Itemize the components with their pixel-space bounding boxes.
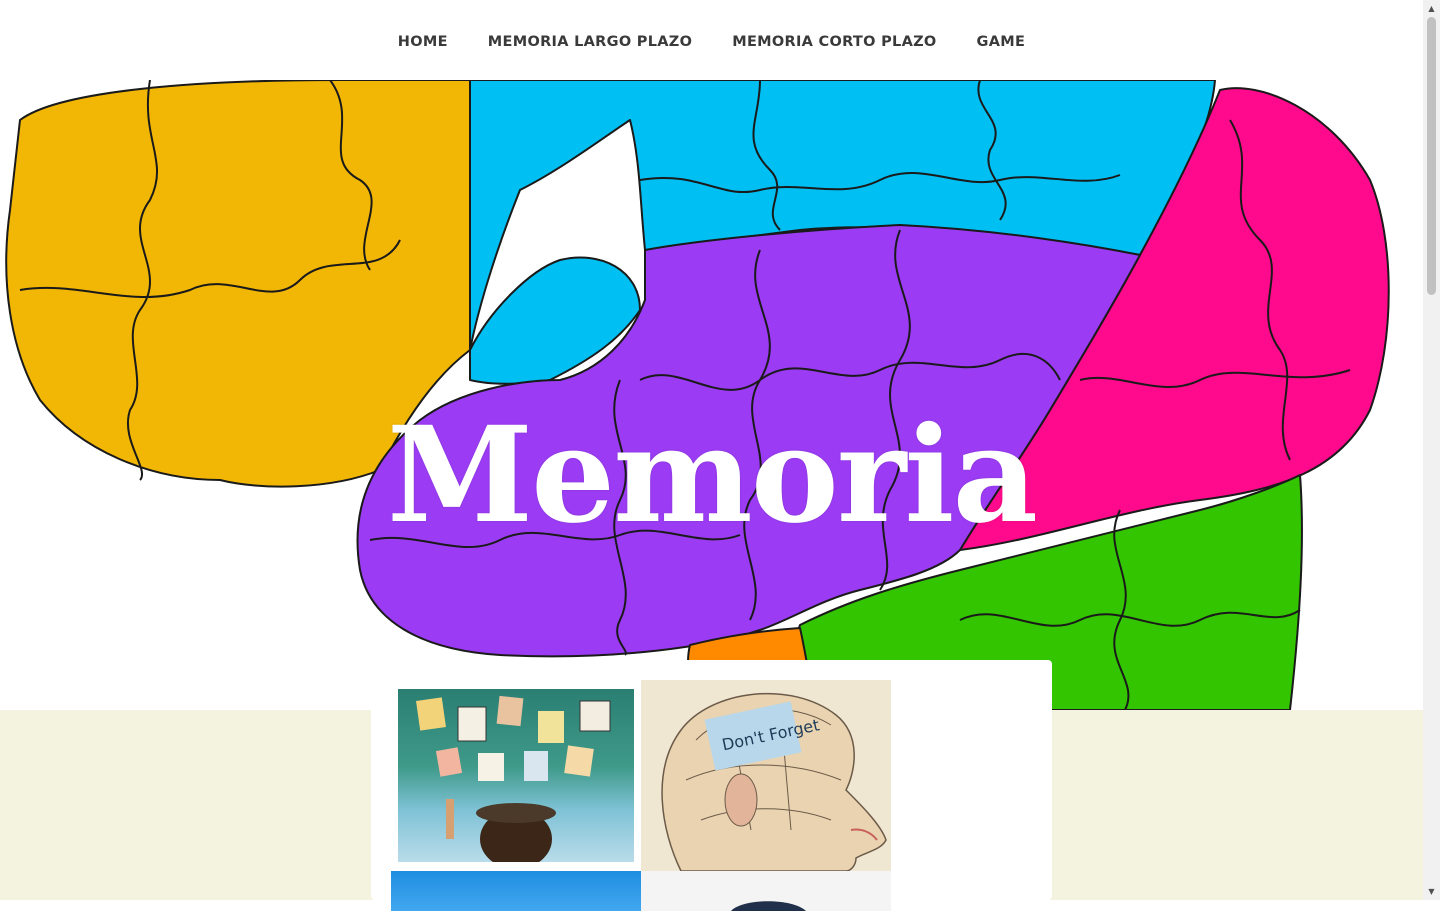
nav-link-game[interactable]: GAME xyxy=(977,34,1026,50)
nav-item-home: HOME xyxy=(398,31,448,50)
gallery-image-phrenology-head[interactable]: Don't Forget xyxy=(641,680,891,871)
hero-banner: Memoria xyxy=(0,80,1423,710)
partial-image-graphic xyxy=(731,901,806,911)
nav-item-memoria-largo-plazo: MEMORIA LARGO PLAZO xyxy=(488,31,692,50)
phrenology-head-graphic: Don't Forget xyxy=(661,692,887,871)
nav-link-home[interactable]: HOME xyxy=(398,34,448,50)
gallery-image-blue[interactable] xyxy=(391,871,641,911)
gallery-card: Don't Forget xyxy=(371,660,1052,911)
nav-link-memoria-largo-plazo[interactable]: MEMORIA LARGO PLAZO xyxy=(488,34,692,50)
nav-item-memoria-corto-plazo: MEMORIA CORTO PLAZO xyxy=(732,31,936,50)
scrollbar-thumb[interactable] xyxy=(1427,17,1436,295)
top-navigation: HOME MEMORIA LARGO PLAZO MEMORIA CORTO P… xyxy=(0,0,1423,80)
memories-collage-graphic xyxy=(416,695,611,869)
hero-title: Memoria xyxy=(386,398,1038,553)
vertical-scrollbar[interactable]: ▲ ▼ xyxy=(1423,0,1440,900)
nav-item-game: GAME xyxy=(977,31,1026,50)
gallery-image-light[interactable] xyxy=(641,871,891,911)
nav-menu: HOME MEMORIA LARGO PLAZO MEMORIA CORTO P… xyxy=(398,31,1025,50)
scroll-down-arrow-icon[interactable]: ▼ xyxy=(1423,883,1440,900)
nav-link-memoria-corto-plazo[interactable]: MEMORIA CORTO PLAZO xyxy=(732,34,936,50)
gallery-image-memories-head[interactable] xyxy=(391,680,641,871)
scroll-up-arrow-icon[interactable]: ▲ xyxy=(1423,0,1440,17)
memories-collage-picture xyxy=(398,689,634,869)
brain-puzzle-illustration xyxy=(5,80,1390,710)
